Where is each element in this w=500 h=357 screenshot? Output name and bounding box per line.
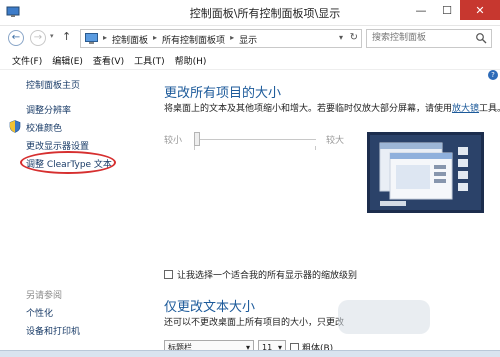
window-controls: — ☐ ✕ xyxy=(408,0,500,20)
main-content: ? 更改所有项目的大小 将桌面上的文本及其他项缩小和增大。若要临时仅放大部分屏幕… xyxy=(148,70,500,357)
menu-view[interactable]: 查看(V) xyxy=(89,52,128,69)
slider-track[interactable] xyxy=(194,139,316,140)
close-button[interactable]: ✕ xyxy=(460,0,500,20)
display-app-icon xyxy=(6,6,20,17)
heading-change-size: 更改所有项目的大小 xyxy=(164,86,282,101)
breadcrumb-control-panel[interactable]: 控制面板 xyxy=(112,33,148,46)
help-icon[interactable]: ? xyxy=(488,70,498,80)
address-bar[interactable]: ▸ 控制面板 ▸ 所有控制面板项 ▸ 显示 ▾ ↻ xyxy=(80,29,362,48)
slider-thumb[interactable] xyxy=(194,132,200,146)
navigation-bar: ← → ▾ ↑ ▸ 控制面板 ▸ 所有控制面板项 ▸ 显示 ▾ ↻ xyxy=(0,26,500,52)
maximize-button[interactable]: ☐ xyxy=(434,0,460,20)
window-title: 控制面板\所有控制面板项\显示 xyxy=(189,7,341,20)
nav-adjust-resolution[interactable]: 调整分辨率 xyxy=(26,103,71,116)
scaling-checkbox-row[interactable]: 让我选择一个适合我的所有显示器的缩放级别 xyxy=(164,268,357,281)
nav-personalization[interactable]: 个性化 xyxy=(26,306,53,319)
breadcrumb-display[interactable]: 显示 xyxy=(239,33,257,46)
watermark-overlay xyxy=(338,300,430,334)
breadcrumb-separator: ▸ xyxy=(230,33,235,42)
scaling-checkbox-label: 让我选择一个适合我的所有显示器的缩放级别 xyxy=(177,271,358,281)
left-nav-pane: 控制面板主页 调整分辨率 校准颜色 更改显示器设置 调整 ClearType 文… xyxy=(0,70,148,357)
refresh-button[interactable]: ↻ xyxy=(350,32,358,43)
slider-max-label: 较大 xyxy=(326,136,345,146)
breadcrumb: ▸ 控制面板 ▸ 所有控制面板项 ▸ 显示 xyxy=(103,33,257,46)
nav-devices-and-printers[interactable]: 设备和打印机 xyxy=(26,324,80,337)
taskbar-strip xyxy=(0,350,500,357)
menu-tools[interactable]: 工具(T) xyxy=(130,52,169,69)
address-dropdown[interactable]: ▾ xyxy=(339,33,343,42)
title-bar: 控制面板\所有控制面板项\显示 — ☐ ✕ xyxy=(0,0,500,26)
heading-change-text-size: 仅更改文本大小 xyxy=(164,300,256,315)
recent-pages-dropdown[interactable]: ▾ xyxy=(50,32,54,40)
breadcrumb-all-items[interactable]: 所有控制面板项 xyxy=(162,33,225,46)
slider-ticks xyxy=(194,146,316,150)
search-box xyxy=(366,29,492,48)
forward-button[interactable]: → xyxy=(30,30,46,46)
description-change-size: 将桌面上的文本及其他项缩小和增大。若要临时仅放大部分屏幕，请使用放大镜工具。 xyxy=(164,101,500,114)
display-preview-image xyxy=(367,132,484,213)
shield-icon xyxy=(9,120,21,133)
search-icon[interactable] xyxy=(475,32,487,44)
description-text: 将桌面上的文本及其他项缩小和增大。若要临时仅放大部分屏幕，请使用 xyxy=(164,104,453,114)
highlight-annotation xyxy=(20,151,116,174)
slider-min-label: 较小 xyxy=(164,136,183,146)
breadcrumb-separator: ▸ xyxy=(153,33,158,42)
minimize-button[interactable]: — xyxy=(408,0,434,20)
control-panel-icon xyxy=(85,33,98,44)
description-text-size: 还可以不更改桌面上所有项目的大小，只更改 xyxy=(164,318,345,328)
magnifier-link[interactable]: 放大镜 xyxy=(452,104,479,114)
search-input[interactable] xyxy=(367,30,471,46)
nav-change-display-settings[interactable]: 更改显示器设置 xyxy=(26,139,89,152)
description-suffix: 工具。 xyxy=(479,104,500,114)
up-button[interactable]: ↑ xyxy=(62,30,71,43)
scaling-checkbox[interactable] xyxy=(164,270,173,279)
menu-bar: 文件(F) 编辑(E) 查看(V) 工具(T) 帮助(H) xyxy=(0,52,500,70)
nav-calibrate-color[interactable]: 校准颜色 xyxy=(26,121,62,134)
menu-edit[interactable]: 编辑(E) xyxy=(48,52,87,69)
see-also-heading: 另请参阅 xyxy=(26,291,63,301)
back-button[interactable]: ← xyxy=(8,30,24,46)
menu-file[interactable]: 文件(F) xyxy=(8,52,46,69)
size-slider: 较小 较大 xyxy=(164,130,364,150)
nav-control-panel-home[interactable]: 控制面板主页 xyxy=(26,78,80,91)
breadcrumb-separator: ▸ xyxy=(103,33,108,42)
menu-help[interactable]: 帮助(H) xyxy=(171,52,211,69)
